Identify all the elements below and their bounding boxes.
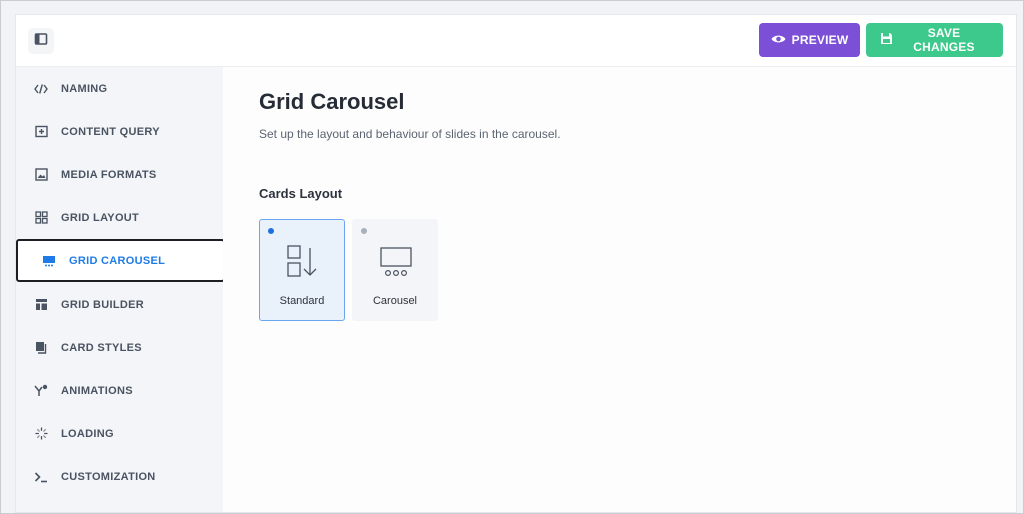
layout-option-standard[interactable]: Standard <box>259 219 345 321</box>
animation-icon <box>34 384 48 398</box>
save-icon <box>880 32 893 48</box>
carousel-icon <box>42 254 56 268</box>
sidebar-item-grid-layout[interactable]: GRID LAYOUT <box>16 196 223 239</box>
sidebar-toggle-button[interactable] <box>28 28 54 54</box>
sidebar: NAMING CONTENT QUERY MEDIA FORMATS GRID … <box>16 67 225 512</box>
terminal-icon <box>34 470 48 484</box>
sidebar-item-label: GRID LAYOUT <box>61 211 140 224</box>
image-icon <box>34 168 48 182</box>
option-label: Standard <box>279 295 325 307</box>
sidebar-item-label: LOADING <box>61 427 114 440</box>
save-changes-button[interactable]: SAVE CHANGES <box>866 23 1003 57</box>
unselected-indicator <box>361 228 367 234</box>
sidebar-item-grid-carousel[interactable]: GRID CAROUSEL <box>16 239 225 282</box>
save-changes-label: SAVE CHANGES <box>913 26 975 54</box>
layout-option-carousel[interactable]: Carousel <box>352 219 438 321</box>
preview-label: PREVIEW <box>791 33 849 47</box>
selected-indicator <box>268 228 274 234</box>
preview-button[interactable]: PREVIEW <box>759 23 860 57</box>
app-window: PREVIEW SAVE CHANGES NAMING CONTENT QUER… <box>16 15 1016 512</box>
sidebar-item-label: GRID CAROUSEL <box>69 254 166 267</box>
standard-layout-icon <box>284 244 322 280</box>
loading-icon <box>34 427 48 441</box>
cards-icon <box>34 341 48 355</box>
sidebar-item-label: CUSTOMIZATION <box>61 470 156 483</box>
main-panel: Grid Carousel Set up the layout and beha… <box>223 67 1016 512</box>
grid-icon <box>34 211 48 225</box>
sidebar-item-grid-builder[interactable]: GRID BUILDER <box>16 283 223 326</box>
eye-icon <box>771 33 786 47</box>
sidebar-item-label: CARD STYLES <box>61 341 142 354</box>
carousel-layout-icon <box>377 244 415 280</box>
sidebar-toggle-icon <box>34 32 48 51</box>
sidebar-item-label: CONTENT QUERY <box>61 125 160 138</box>
sidebar-item-content-query[interactable]: CONTENT QUERY <box>16 110 223 153</box>
page-subtitle: Set up the layout and behaviour of slide… <box>259 127 561 141</box>
sidebar-item-loading[interactable]: LOADING <box>16 412 223 455</box>
page-title: Grid Carousel <box>259 89 405 114</box>
sidebar-item-animations[interactable]: ANIMATIONS <box>16 369 223 412</box>
sidebar-item-label: MEDIA FORMATS <box>61 168 157 181</box>
layout-icon <box>34 298 48 312</box>
sidebar-item-label: ANIMATIONS <box>61 384 133 397</box>
sidebar-item-label: GRID BUILDER <box>61 298 145 311</box>
sidebar-item-label: NAMING <box>61 82 108 95</box>
folder-plus-icon <box>34 125 48 139</box>
sidebar-item-card-styles[interactable]: CARD STYLES <box>16 326 223 369</box>
code-icon <box>34 82 48 96</box>
option-label: Carousel <box>372 295 418 307</box>
sidebar-item-naming[interactable]: NAMING <box>16 67 223 110</box>
sidebar-item-media-formats[interactable]: MEDIA FORMATS <box>16 153 223 196</box>
cards-layout-label: Cards Layout <box>259 186 343 201</box>
top-bar: PREVIEW SAVE CHANGES <box>16 15 1016 67</box>
sidebar-item-customization[interactable]: CUSTOMIZATION <box>16 455 223 498</box>
